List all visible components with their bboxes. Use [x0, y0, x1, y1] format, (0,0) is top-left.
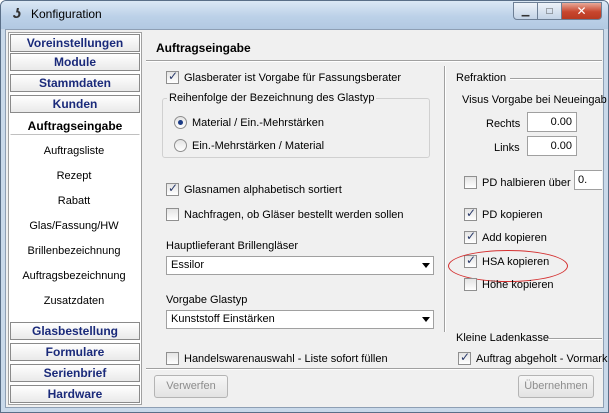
checkbox-checked-icon [458, 350, 471, 365]
verwerfen-button[interactable]: Verwerfen [154, 375, 228, 398]
radio-staerken-first[interactable]: Ein.-Mehrstärken / Material [174, 139, 324, 152]
column-divider [444, 66, 446, 332]
title-bar[interactable]: ʖ Konfiguration ▁ □ ✕ [1, 1, 608, 29]
page-title: Auftragseingabe [156, 41, 251, 55]
radio-selected-icon [174, 116, 187, 129]
rechts-input[interactable]: 0.00 [527, 112, 577, 132]
group-legend: Reihenfolge der Bezeichnung des Glastyp [167, 92, 377, 104]
config-window: ʖ Konfiguration ▁ □ ✕ Voreinstellungen M… [0, 0, 609, 413]
visus-vorgabe-label: Visus Vorgabe bei Neueingab [462, 94, 607, 106]
dropdown-arrow-icon [422, 263, 430, 268]
checkbox-checked-icon [166, 69, 179, 84]
sidebar-item-zusatzdaten[interactable]: Zusatzdaten [9, 293, 139, 309]
title-divider [146, 60, 602, 62]
dropdown-arrow-icon [422, 317, 430, 322]
checkbox-unchecked-icon [464, 176, 477, 189]
sidebar-item-glas-fassung-hw[interactable]: Glas/Fassung/HW [9, 218, 139, 234]
refraktion-divider [510, 78, 602, 80]
sidebar-item-auftragsbezeichnung[interactable]: Auftragsbezeichnung [9, 268, 139, 284]
close-button[interactable]: ✕ [561, 2, 602, 20]
app-icon: ʖ [13, 5, 21, 22]
checkbox-pd-halbieren[interactable]: PD halbieren über [464, 176, 571, 189]
sidebar-category-glasbestellung[interactable]: Glasbestellung [10, 322, 140, 340]
minimize-button[interactable]: ▁ [513, 2, 538, 20]
client-area: Voreinstellungen Module Stammdaten Kunde… [5, 29, 608, 408]
close-icon: ✕ [576, 4, 587, 18]
sidebar-category-hardware[interactable]: Hardware [10, 385, 140, 403]
ladenkasse-divider [548, 338, 602, 340]
rechts-label: Rechts [486, 118, 521, 130]
sidebar-category-auftragseingabe[interactable]: Auftragseingabe [10, 117, 140, 135]
ladenkasse-heading: Kleine Ladenkasse [456, 332, 549, 344]
checkbox-add-kopieren[interactable]: Add kopieren [464, 229, 547, 244]
sidebar-item-rabatt[interactable]: Rabatt [9, 193, 139, 209]
checkbox-unchecked-icon [166, 208, 179, 221]
checkbox-checked-icon [464, 229, 477, 244]
radio-unselected-icon [174, 139, 187, 152]
uebernehmen-button[interactable]: Übernehmen [518, 375, 594, 398]
window-title: Konfiguration [31, 7, 102, 21]
vorgabe-glastyp-label: Vorgabe Glastyp [166, 294, 248, 306]
sidebar-category-stammdaten[interactable]: Stammdaten [10, 74, 140, 92]
links-input[interactable]: 0.00 [527, 136, 577, 156]
navigation-sidebar: Voreinstellungen Module Stammdaten Kunde… [8, 32, 142, 405]
sidebar-category-voreinstellungen[interactable]: Voreinstellungen [10, 34, 140, 52]
radio-material-first[interactable]: Material / Ein.-Mehrstärken [174, 116, 324, 129]
settings-panel: Auftragseingabe Glasberater ist Vorgabe … [146, 32, 608, 368]
hauptlieferant-dropdown[interactable]: Essilor [166, 256, 434, 275]
checkbox-unchecked-icon [166, 352, 179, 365]
sidebar-item-brillenbezeichnung[interactable]: Brillenbezeichnung [9, 243, 139, 259]
pd-halbieren-input[interactable]: 0. [574, 170, 602, 190]
checkbox-nachfragen-bestellt[interactable]: Nachfragen, ob Gläser bestellt werden so… [166, 208, 404, 221]
checkbox-glasberater-vorgabe[interactable]: Glasberater ist Vorgabe für Fassungsbera… [166, 69, 401, 84]
checkbox-pd-kopieren[interactable]: PD kopieren [464, 206, 543, 221]
checkbox-unchecked-icon [464, 278, 477, 291]
minimize-icon: ▁ [521, 5, 530, 17]
checkbox-handelswaren-liste[interactable]: Handelswarenauswahl - Liste sofort fülle… [166, 352, 388, 365]
button-bar-divider [146, 368, 602, 370]
sidebar-category-serienbrief[interactable]: Serienbrief [10, 364, 140, 382]
maximize-button[interactable]: □ [537, 2, 562, 20]
vorgabe-glastyp-dropdown[interactable]: Kunststoff Einstärken [166, 310, 434, 329]
hauptlieferant-label: Hauptlieferant Brillengläser [166, 240, 299, 252]
checkbox-checked-icon [166, 181, 179, 196]
sidebar-item-auftragsliste[interactable]: Auftragsliste [9, 143, 139, 159]
checkbox-hoehe-kopieren[interactable]: Höhe kopieren [464, 278, 554, 291]
maximize-icon: □ [546, 5, 553, 17]
links-label: Links [494, 142, 520, 154]
checkbox-auftrag-abgeholt[interactable]: Auftrag abgeholt - Vormarki [458, 350, 608, 365]
sidebar-category-formulare[interactable]: Formulare [10, 343, 140, 361]
checkbox-alphabetisch-sortiert[interactable]: Glasnamen alphabetisch sortiert [166, 181, 342, 196]
sidebar-category-module[interactable]: Module [10, 53, 140, 71]
sidebar-item-rezept[interactable]: Rezept [9, 168, 139, 184]
refraktion-heading: Refraktion [456, 72, 507, 84]
sidebar-category-kunden[interactable]: Kunden [10, 95, 140, 113]
checkbox-checked-icon [464, 206, 477, 221]
